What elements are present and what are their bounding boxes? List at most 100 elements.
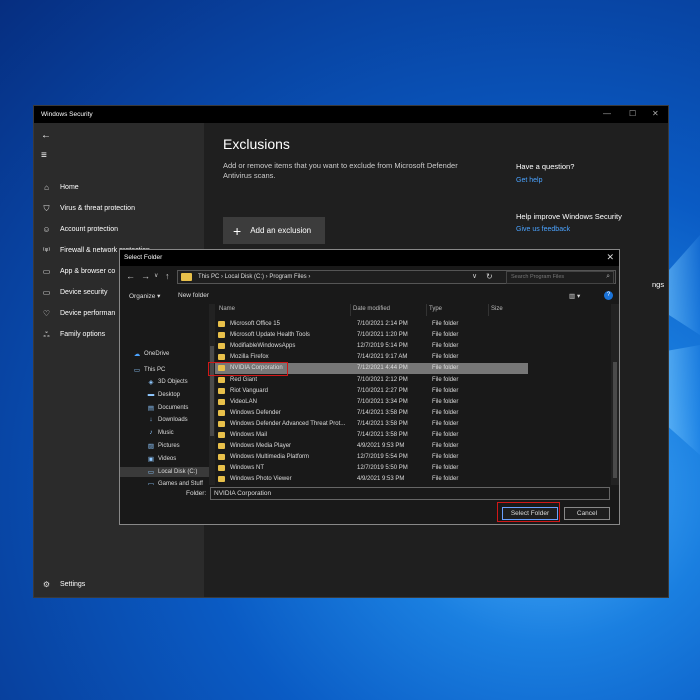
table-row[interactable]: Windows Media Player 4/9/2021 9:53 PM File… bbox=[215, 441, 528, 452]
list-scrollbar[interactable] bbox=[611, 304, 619, 485]
row-name: Windows Media Player bbox=[230, 443, 292, 450]
maximize-button[interactable]: ☐ bbox=[629, 109, 636, 118]
dialog-title-bar[interactable]: Select Folder ✕ bbox=[120, 250, 619, 266]
scrollbar-thumb[interactable] bbox=[613, 362, 617, 478]
sidebar-item-app-browser-co[interactable]: ▭ App & browser co bbox=[41, 266, 116, 277]
search-placeholder: Search Program Files bbox=[511, 274, 565, 280]
folder-icon bbox=[218, 398, 225, 405]
table-row[interactable]: Windows Multimedia Platform 12/7/2019 5:5… bbox=[215, 452, 528, 463]
feedback-link[interactable]: Give us feedback bbox=[516, 226, 570, 233]
row-type: File folder bbox=[432, 443, 459, 450]
folder-name-input[interactable]: NVIDIA Corporation bbox=[210, 487, 610, 500]
wallpaper-beam bbox=[669, 235, 700, 335]
get-help-link[interactable]: Get help bbox=[516, 177, 542, 184]
row-type: File folder bbox=[432, 454, 459, 461]
sidebar-item-label: Device security bbox=[60, 289, 108, 296]
back-icon[interactable]: ← bbox=[126, 271, 135, 281]
close-button[interactable]: ✕ bbox=[652, 109, 659, 118]
table-row[interactable]: Red Giant 7/10/2021 2:12 PM File folder bbox=[215, 375, 528, 386]
row-date: 7/12/2021 4:44 PM bbox=[357, 365, 408, 372]
organize-button[interactable]: Organize ▾ bbox=[129, 292, 160, 300]
folder-icon bbox=[218, 476, 225, 483]
tree-item[interactable]: ♪ Music bbox=[147, 429, 173, 436]
back-arrow-icon[interactable]: ← bbox=[41, 130, 51, 141]
sidebar-item-device-security[interactable]: ▭ Device security bbox=[41, 287, 108, 298]
column-divider[interactable] bbox=[350, 304, 351, 316]
tree-item-label: 3D Objects bbox=[158, 379, 188, 385]
column-header-type[interactable]: Type bbox=[429, 306, 442, 312]
tree-item[interactable]: ▣ Videos bbox=[147, 455, 176, 463]
tree-item-label: OneDrive bbox=[144, 351, 170, 357]
page-title: Exclusions bbox=[223, 136, 290, 152]
new-folder-button[interactable]: New folder bbox=[178, 292, 209, 299]
row-name: Microsoft Update Health Tools bbox=[230, 332, 310, 339]
table-row[interactable]: Windows Defender 7/14/2021 3:58 PM File fo… bbox=[215, 408, 528, 419]
table-row[interactable]: Microsoft Update Health Tools 7/10/2021 1… bbox=[215, 330, 528, 341]
gear-icon: ⚙ bbox=[42, 580, 51, 589]
row-type: File folder bbox=[432, 465, 459, 472]
view-options-icon[interactable]: ▥ ▾ bbox=[569, 292, 580, 300]
sidebar-item-label: Settings bbox=[60, 581, 86, 588]
table-row[interactable]: Windows Mail 7/14/2021 3:58 PM File folder bbox=[215, 430, 528, 441]
sidebar-item-virus-threat-protection[interactable]: ⛉ Virus & threat protection bbox=[41, 203, 135, 214]
column-divider[interactable] bbox=[488, 304, 489, 316]
tree-item[interactable]: ↓ Downloads bbox=[147, 416, 188, 423]
table-row[interactable]: Windows Photo Viewer 4/9/2021 9:53 PM File… bbox=[215, 474, 528, 485]
row-name: Riot Vanguard bbox=[230, 387, 268, 394]
search-input[interactable]: Search Program Files ⌕ bbox=[506, 271, 614, 284]
folder-icon bbox=[181, 273, 192, 281]
forward-icon[interactable]: → bbox=[141, 271, 150, 281]
close-icon[interactable]: ✕ bbox=[606, 252, 614, 263]
antenna-icon: ⁽ᵠ⁾ bbox=[42, 246, 51, 255]
scrollbar-thumb[interactable] bbox=[210, 346, 214, 436]
folder-icon bbox=[218, 321, 225, 327]
table-row[interactable]: VideoLAN 7/10/2021 3:34 PM File folder bbox=[215, 397, 528, 408]
folder-icon bbox=[218, 443, 225, 450]
tree-item[interactable]: ▨ Pictures bbox=[147, 442, 180, 450]
sidebar-item-device-performan[interactable]: ♡ Device performan bbox=[41, 308, 115, 319]
row-name: Windows Defender Advanced Threat Prot... bbox=[230, 420, 346, 427]
row-date: 12/7/2019 5:14 PM bbox=[357, 343, 408, 350]
row-type: File folder bbox=[432, 332, 459, 339]
tree-item[interactable]: ☁ OneDrive bbox=[133, 350, 170, 358]
table-row[interactable]: Windows Defender Advanced Threat Prot...… bbox=[215, 419, 528, 430]
tree-item[interactable]: ▭ This PC bbox=[133, 366, 165, 374]
path-breadcrumb: This PC › Local Disk (C:) › Program File… bbox=[198, 274, 311, 280]
row-type: File folder bbox=[432, 476, 459, 483]
title-bar[interactable]: Windows Security — ☐ ✕ bbox=[34, 106, 668, 123]
cancel-button[interactable]: Cancel bbox=[564, 507, 610, 520]
tree-item[interactable]: ▤ Documents bbox=[147, 404, 188, 412]
row-type: File folder bbox=[432, 365, 459, 372]
column-header-date[interactable]: Date modified bbox=[353, 306, 390, 312]
table-row[interactable]: ModifiableWindowsApps 12/7/2019 5:14 PM Fi… bbox=[215, 341, 528, 352]
tree-item[interactable]: ▭ Local Disk (C:) bbox=[120, 467, 215, 477]
minimize-button[interactable]: — bbox=[603, 109, 611, 118]
row-date: 7/14/2021 3:58 PM bbox=[357, 409, 408, 416]
refresh-icon[interactable]: ↻ bbox=[486, 272, 493, 281]
row-date: 7/14/2021 3:58 PM bbox=[357, 420, 408, 427]
sidebar-item-family-options[interactable]: ஃ Family options bbox=[41, 329, 105, 340]
sidebar-item-home[interactable]: ⌂ Home bbox=[41, 182, 79, 193]
sidebar-item-settings[interactable]: ⚙ Settings bbox=[41, 579, 85, 590]
hamburger-menu-icon[interactable]: ≡ bbox=[41, 150, 47, 161]
documents-icon: ▤ bbox=[147, 405, 155, 412]
computer-icon: ▭ bbox=[133, 367, 141, 374]
up-icon[interactable]: ↑ bbox=[165, 271, 170, 281]
file-list: ^ Name Date modified Type Size Microsoft… bbox=[215, 304, 619, 485]
add-exclusion-button[interactable]: + Add an exclusion bbox=[223, 217, 325, 244]
tree-item[interactable]: ◈ 3D Objects bbox=[147, 378, 188, 386]
tree-item[interactable]: ▬ Desktop bbox=[147, 391, 180, 398]
laptop-icon: ▭ bbox=[42, 288, 51, 297]
chevron-down-icon[interactable]: ∨ bbox=[472, 272, 477, 280]
column-header-name[interactable]: Name bbox=[219, 306, 235, 312]
help-icon[interactable]: ? bbox=[604, 291, 613, 300]
table-row[interactable]: Windows NT 12/7/2019 5:50 PM File folder bbox=[215, 463, 528, 474]
column-divider[interactable] bbox=[426, 304, 427, 316]
table-row[interactable]: Microsoft Office 15 7/10/2021 2:14 PM File… bbox=[215, 319, 528, 330]
tree-item-label: Downloads bbox=[158, 416, 188, 423]
table-row[interactable]: Riot Vanguard 7/10/2021 2:27 PM File folde… bbox=[215, 386, 528, 397]
chevron-down-icon[interactable]: ∨ bbox=[154, 272, 158, 279]
sidebar-item-account-protection[interactable]: ☺ Account protection bbox=[41, 224, 118, 235]
column-header-size[interactable]: Size bbox=[491, 306, 503, 312]
improve-heading: Help improve Windows Security bbox=[516, 212, 622, 221]
